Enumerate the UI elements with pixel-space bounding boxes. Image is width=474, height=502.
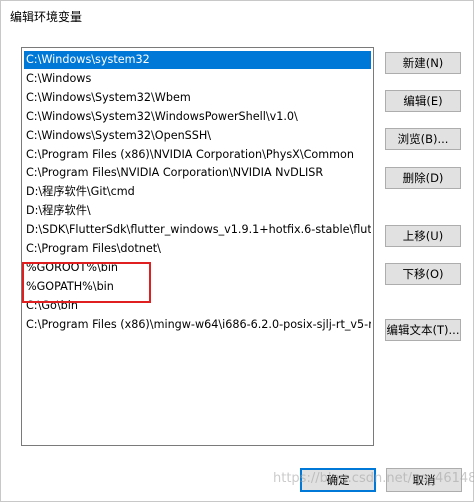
move-up-button[interactable]: 上移(U) [385, 225, 461, 247]
list-item[interactable]: C:\Program Files (x86)\NVIDIA Corporatio… [24, 146, 371, 164]
list-item[interactable]: %GOPATH%\bin [24, 278, 371, 296]
list-item[interactable]: C:\Windows\System32\OpenSSH\ [24, 127, 371, 145]
cancel-button[interactable]: 取消 [386, 468, 462, 492]
list-item[interactable]: C:\Go\bin [24, 297, 371, 315]
path-list[interactable]: C:\Windows\system32 C:\Windows C:\Windows\… [21, 47, 374, 446]
edit-env-variable-dialog: 编辑环境变量 C:\Windows\system32 C:\Windows C:\W… [0, 0, 474, 502]
window-title: 编辑环境变量 [10, 10, 83, 24]
new-button[interactable]: 新建(N) [385, 52, 461, 74]
list-item[interactable]: C:\Windows\system32 [24, 51, 371, 69]
list-item[interactable]: C:\Windows\System32\WindowsPowerShell\v1… [24, 108, 371, 126]
list-item[interactable]: D:\程序软件\Git\cmd [24, 183, 371, 201]
move-down-button[interactable]: 下移(O) [385, 263, 461, 285]
list-item[interactable]: C:\Windows [24, 70, 371, 88]
edit-text-button[interactable]: 编辑文本(T)... [385, 319, 461, 341]
list-item[interactable]: D:\SDK\FlutterSdk\flutter_windows_v1.9.1… [24, 221, 371, 239]
title-bar[interactable]: 编辑环境变量 [1, 1, 473, 31]
list-item[interactable]: C:\Program Files\dotnet\ [24, 240, 371, 258]
list-item[interactable]: D:\程序软件\ [24, 202, 371, 220]
list-item[interactable]: C:\Program Files (x86)\mingw-w64\i686-6.… [24, 316, 371, 334]
ok-button[interactable]: 确定 [300, 468, 376, 492]
delete-button[interactable]: 删除(D) [385, 167, 461, 189]
browse-button[interactable]: 浏览(B)... [385, 128, 461, 150]
list-item[interactable]: C:\Windows\System32\Wbem [24, 89, 371, 107]
list-item[interactable]: %GOROOT%\bin [24, 259, 371, 277]
edit-button[interactable]: 编辑(E) [385, 90, 461, 112]
list-item[interactable]: C:\Program Files\NVIDIA Corporation\NVID… [24, 164, 371, 182]
